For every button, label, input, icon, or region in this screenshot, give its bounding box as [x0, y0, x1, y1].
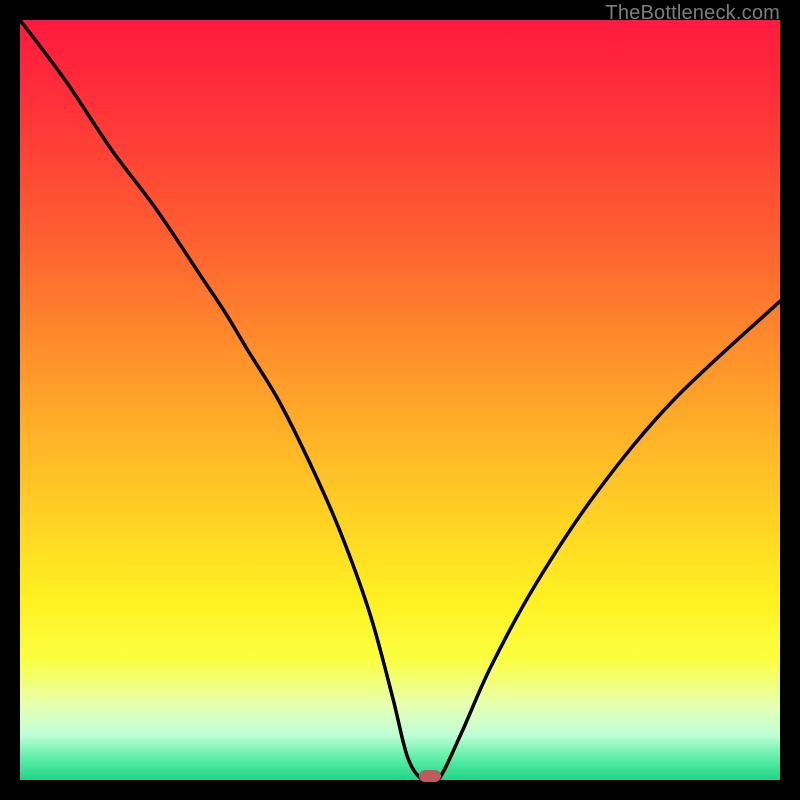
chart-frame: TheBottleneck.com	[0, 0, 800, 800]
bottleneck-curve	[20, 20, 780, 780]
plot-area	[20, 20, 780, 780]
optimum-marker	[419, 770, 441, 782]
